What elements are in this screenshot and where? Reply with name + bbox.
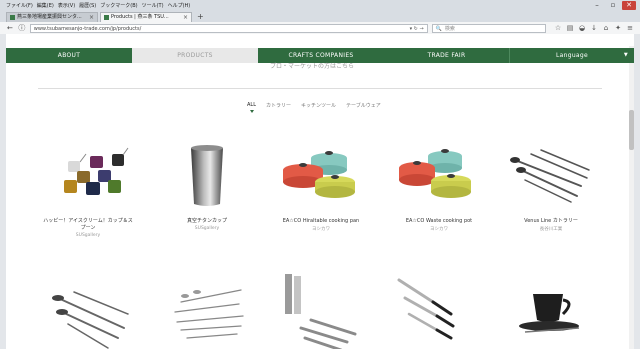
menu-tools[interactable]: ツール(T) (142, 2, 164, 11)
search-icon: 🔍 (435, 25, 442, 32)
site-info-icon[interactable]: ⓘ (18, 23, 26, 33)
filter-cutlery[interactable]: カトラリー (266, 102, 291, 109)
product-name[interactable]: 真空チタンカップ (157, 218, 257, 225)
toolbar-icons: ☆ ▤ ◒ ↓ ⌂ ✦ ≡ (554, 24, 634, 32)
product-maker: ヨシカワ (430, 227, 448, 232)
product-card[interactable] (271, 268, 371, 349)
category-filters: ALL カトラリー キッチンツール テーブルウェア (247, 102, 381, 113)
menu-help[interactable]: ヘルプ(H) (168, 2, 191, 11)
product-maker: 長谷川工業 (539, 227, 563, 232)
tab-label: 燕三条地場産業振興センタ... (17, 14, 82, 20)
filter-tableware[interactable]: テーブルウェア (346, 102, 381, 109)
product-maker: ヨシカワ (312, 227, 330, 232)
window-controls: – ▫ ✕ (590, 1, 636, 10)
new-tab-button[interactable]: + (194, 12, 207, 22)
menu-bookmarks[interactable]: ブックマーク(B) (100, 2, 137, 11)
menu-history[interactable]: 履歴(S) (79, 2, 96, 11)
product-image-cutlery-spread[interactable] (157, 268, 257, 349)
favicon-icon (104, 15, 109, 20)
browser-menubar: ファイル(F) 編集(E) 表示(V) 履歴(S) ブックマーク(B) ツール(… (6, 2, 190, 11)
tab-close-icon[interactable]: × (89, 13, 94, 22)
browser-tab[interactable]: 燕三条地場産業振興センタ... × (6, 12, 98, 22)
home-icon[interactable]: ⌂ (602, 24, 610, 32)
product-card[interactable]: ハッピー！アイスクリーム！カップ＆スプーン SUSgallery (38, 126, 138, 238)
page-scrollbar[interactable] (629, 46, 634, 349)
product-card[interactable] (38, 268, 138, 349)
browser-tab-active[interactable]: Products | 燕三条 TSU... × (100, 12, 192, 22)
scrollbar-thumb[interactable] (629, 110, 634, 150)
filter-kitchen-tools[interactable]: キッチンツール (301, 102, 336, 109)
product-image-titanium-cup[interactable] (157, 126, 257, 216)
menu-edit[interactable]: 編集(E) (37, 2, 54, 11)
favicon-icon (10, 15, 15, 20)
menu-icon[interactable]: ≡ (626, 24, 634, 32)
bookmark-star-icon[interactable]: ☆ (554, 24, 562, 32)
language-dropdown[interactable]: Language ▼ (509, 48, 634, 63)
window-frame-right (634, 34, 640, 349)
reload-icon[interactable]: ▾ ↻ → (410, 25, 424, 33)
product-name[interactable]: ハッピー！アイスクリーム！カップ＆スプーン (38, 218, 138, 232)
minimize-button[interactable]: – (590, 1, 604, 10)
tab-close-icon[interactable]: × (183, 13, 188, 22)
product-card[interactable]: Venus Line カトラリー 長谷川工業 (501, 126, 601, 232)
nav-about[interactable]: ABOUT (6, 48, 132, 63)
search-input[interactable]: 🔍 検索 (431, 23, 546, 33)
divider (38, 88, 602, 89)
product-image-knives[interactable] (389, 268, 489, 349)
tab-label: Products | 燕三条 TSU... (111, 14, 169, 20)
menu-file[interactable]: ファイル(F) (6, 2, 33, 11)
product-maker: SUSgallery (194, 226, 220, 231)
product-name[interactable]: EA☆CO Waste cooking pot (389, 218, 489, 225)
product-card[interactable] (389, 268, 489, 349)
back-icon[interactable]: ← (6, 24, 14, 32)
product-image-cup-saucer[interactable] (501, 268, 601, 349)
address-bar[interactable]: www.tsubamesanjo-trade.com/jp/products/ … (29, 23, 428, 33)
nav-products[interactable]: PRODUCTS (132, 48, 258, 63)
page-subtitle: プロ・マーケットの方はこちら (270, 63, 355, 70)
product-card[interactable] (501, 268, 601, 349)
browser-tabs: 燕三条地場産業振興センタ... × Products | 燕三条 TSU... … (6, 12, 207, 22)
url-text: www.tsubamesanjo-trade.com/jp/products/ (33, 25, 142, 32)
pocket-icon[interactable]: ◒ (578, 24, 586, 32)
product-name[interactable]: EA☆CO Hiraltable cooking pan (271, 218, 371, 225)
product-card[interactable]: 真空チタンカップ SUSgallery (157, 126, 257, 231)
language-label: Language (555, 52, 588, 59)
download-icon[interactable]: ↓ (590, 24, 598, 32)
product-card[interactable] (157, 268, 257, 349)
browser-chrome: ファイル(F) 編集(E) 表示(V) 履歴(S) ブックマーク(B) ツール(… (0, 0, 640, 34)
addon-icon[interactable]: ✦ (614, 24, 622, 32)
product-image-kitchen-tools[interactable] (271, 268, 371, 349)
filter-all[interactable]: ALL (247, 102, 256, 113)
toolbar: ← ⓘ www.tsubamesanjo-trade.com/jp/produc… (0, 22, 640, 34)
product-image-cutlery[interactable] (501, 126, 601, 216)
menu-view[interactable]: 表示(V) (58, 2, 75, 11)
search-placeholder: 検索 (444, 25, 455, 32)
close-window-button[interactable]: ✕ (622, 1, 636, 10)
product-card[interactable]: EA☆CO Hiraltable cooking pan ヨシカワ (271, 126, 371, 232)
product-image-cups[interactable] (38, 126, 138, 216)
product-image-cooking-pot[interactable] (389, 126, 489, 216)
product-card[interactable]: EA☆CO Waste cooking pot ヨシカワ (389, 126, 489, 232)
product-name[interactable]: Venus Line カトラリー (501, 218, 601, 225)
product-maker: SUSgallery (75, 233, 101, 238)
caret-down-icon: ▼ (623, 52, 628, 58)
maximize-button[interactable]: ▫ (606, 1, 620, 10)
product-image-cooking-pan[interactable] (271, 126, 371, 216)
window-frame-left (0, 34, 6, 349)
product-image-cutlery-set[interactable] (38, 268, 138, 349)
bookmarks-icon[interactable]: ▤ (566, 24, 574, 32)
nav-trade-fair[interactable]: TRADE FAIR (384, 48, 509, 63)
